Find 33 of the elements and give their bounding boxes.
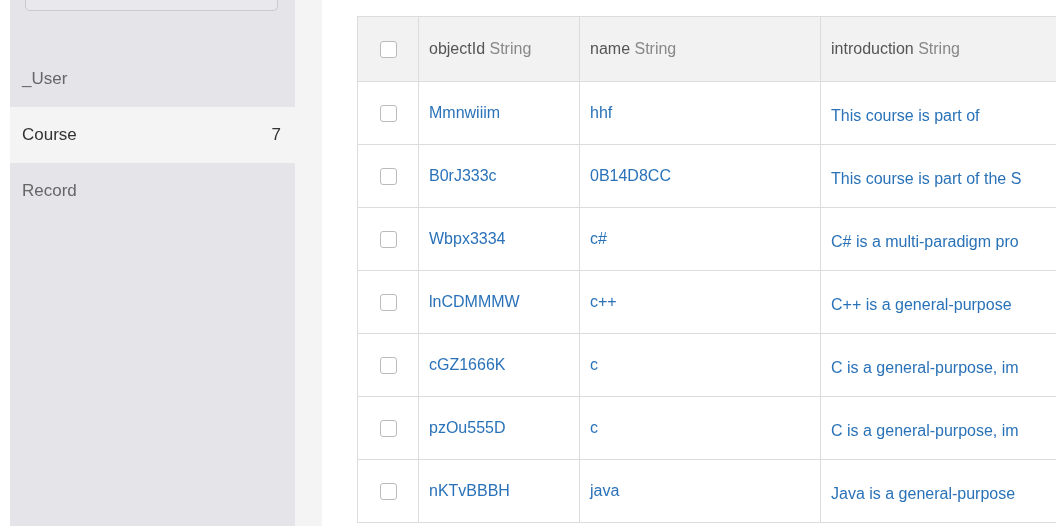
table-cell: Wbpx3334	[418, 207, 580, 271]
table-cell: nKTvBBBH	[418, 459, 580, 523]
table-cell: Mmnwiiim	[418, 81, 580, 145]
table-cell: pzOu555D	[418, 396, 580, 460]
select-all-checkbox[interactable]	[379, 41, 397, 59]
class-name: Course	[22, 125, 77, 145]
row-checkbox[interactable]	[379, 483, 397, 501]
table-cell: 0B14D8CC	[579, 144, 821, 208]
column-header[interactable]: introduction String	[820, 16, 1056, 82]
row-count: 7	[271, 125, 281, 145]
sidebar-item[interactable]: Course 7	[10, 107, 295, 163]
table-cell: java	[579, 459, 821, 523]
table-cell: c	[579, 333, 821, 397]
class-name: Record	[22, 181, 77, 201]
row-checkbox[interactable]	[379, 420, 397, 438]
table-cell: c++	[579, 270, 821, 334]
table-cell: c	[579, 396, 821, 460]
row-checkbox[interactable]	[379, 294, 397, 312]
row-checkbox[interactable]	[379, 357, 397, 375]
row-checkbox[interactable]	[379, 168, 397, 186]
class-name: _User	[22, 69, 68, 89]
table-cell: c#	[579, 207, 821, 271]
sidebar-item[interactable]: Record	[10, 163, 295, 219]
table-cell: lnCDMMMW	[418, 270, 580, 334]
column-header[interactable]: name String	[579, 16, 821, 82]
sidebar-item[interactable]: _User	[10, 51, 295, 107]
row-checkbox[interactable]	[379, 231, 397, 249]
row-checkbox[interactable]	[379, 105, 397, 123]
column-header[interactable]: objectId String	[418, 16, 580, 82]
table-cell: B0rJ333c	[418, 144, 580, 208]
table-cell: cGZ1666K	[418, 333, 580, 397]
search-field[interactable]	[25, 0, 278, 11]
table-cell: hhf	[579, 81, 821, 145]
